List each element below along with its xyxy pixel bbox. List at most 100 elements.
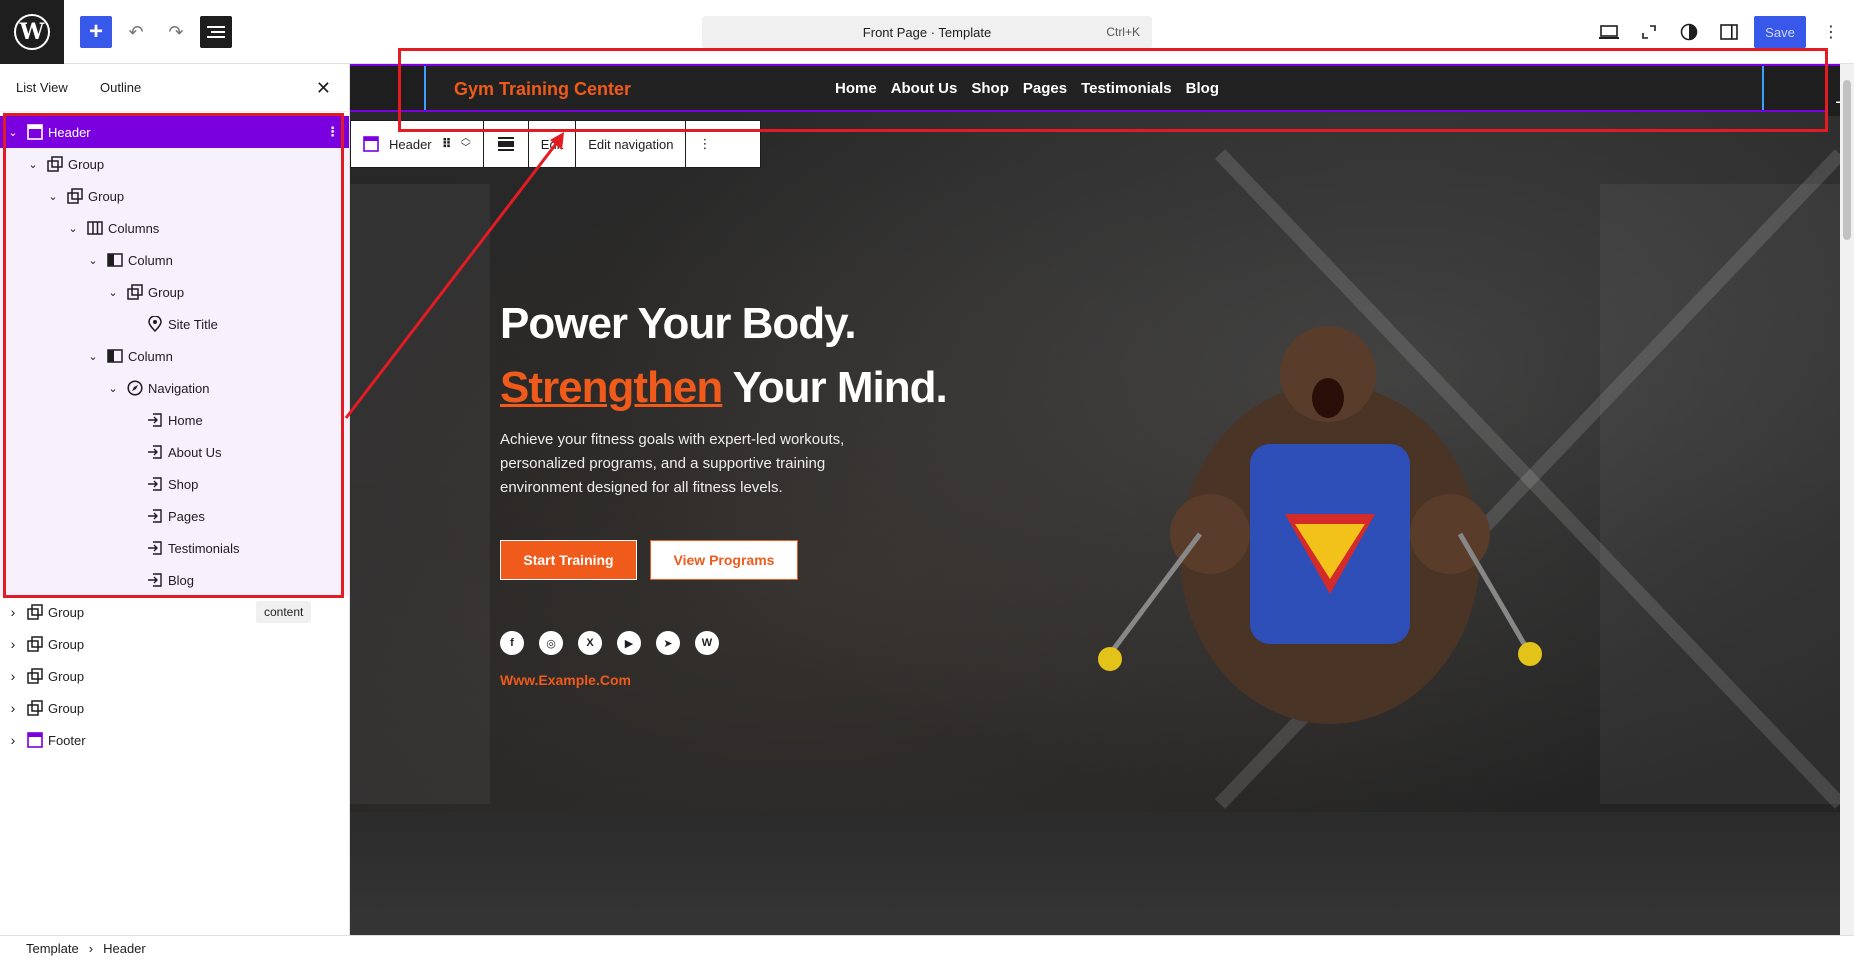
more-vertical-icon: ⋮ xyxy=(698,136,712,151)
list-view-item-group[interactable]: › Group xyxy=(0,628,349,660)
nav-item-about-us[interactable]: About Us xyxy=(891,80,958,97)
template-part-icon xyxy=(26,123,44,141)
contrast-icon xyxy=(1680,23,1698,41)
x-icon[interactable]: X xyxy=(578,631,602,655)
list-view-item-group[interactable]: › Group content xyxy=(0,596,349,628)
wordpress-icon: W xyxy=(14,14,50,50)
fullscreen-button[interactable] xyxy=(1633,16,1665,48)
list-view-item-blog[interactable]: Blog xyxy=(0,564,349,596)
document-title-bar[interactable]: Front Page · Template Ctrl+K xyxy=(702,16,1152,48)
list-view-item-about-us[interactable]: About Us xyxy=(0,436,349,468)
nav-item-testimonials[interactable]: Testimonials xyxy=(1081,80,1172,97)
list-view-item-label: Group xyxy=(48,700,85,716)
chevron-right-icon[interactable]: › xyxy=(6,604,20,620)
list-view-item-footer[interactable]: › Footer xyxy=(0,724,349,756)
list-view-item-column[interactable]: ⌄ Column xyxy=(0,340,349,372)
list-view-item-label: Group xyxy=(48,636,85,652)
facebook-icon[interactable]: f xyxy=(500,631,524,655)
hero-paragraph[interactable]: Achieve your fitness goals with expert-l… xyxy=(500,428,860,500)
list-view-item-label: Group xyxy=(48,668,85,684)
list-view-item-group[interactable]: › Group xyxy=(0,692,349,724)
list-view-item-label: Group xyxy=(68,156,105,172)
nav-item-pages[interactable]: Pages xyxy=(1023,80,1067,97)
list-view-item-site-title[interactable]: Site Title xyxy=(0,308,349,340)
athlete-image[interactable] xyxy=(1090,294,1570,774)
chevron-down-icon[interactable]: ⌄ xyxy=(106,286,120,299)
tab-list-view[interactable]: List View xyxy=(16,80,68,95)
link-icon xyxy=(146,571,164,589)
map-marker-icon xyxy=(146,315,164,333)
youtube-icon[interactable]: ▶ xyxy=(617,631,641,655)
list-view-item-shop[interactable]: Shop xyxy=(0,468,349,500)
block-inserter-button[interactable]: + xyxy=(80,16,112,48)
site-title[interactable]: Gym Training Center xyxy=(454,79,631,100)
list-view-item-columns[interactable]: ⌄ Columns xyxy=(0,212,349,244)
chevron-down-icon[interactable]: ⌄ xyxy=(106,382,120,395)
close-icon[interactable]: ✕ xyxy=(316,78,331,99)
chevron-down-icon[interactable]: ⌄ xyxy=(66,222,80,235)
list-view-item-pages[interactable]: Pages xyxy=(0,500,349,532)
list-view-item-group[interactable]: ⌄ Group xyxy=(0,180,349,212)
document-title: Front Page · Template xyxy=(862,24,992,40)
chevron-down-icon[interactable]: ⌄ xyxy=(86,254,100,267)
sidebar-icon xyxy=(1720,24,1738,40)
options-menu-button[interactable]: ⋮ xyxy=(1815,16,1847,48)
edit-navigation-button[interactable]: Edit navigation xyxy=(576,121,687,167)
canvas-scrollbar[interactable] xyxy=(1840,64,1854,935)
list-view-item-group[interactable]: ⌄ Group xyxy=(0,276,349,308)
link-icon xyxy=(146,475,164,493)
scroll-thumb[interactable] xyxy=(1843,80,1851,240)
chevron-down-icon[interactable]: ⌄ xyxy=(6,126,20,139)
list-view-item-testimonials[interactable]: Testimonials xyxy=(0,532,349,564)
styles-button[interactable] xyxy=(1673,16,1705,48)
command-shortcut: Ctrl+K xyxy=(1106,25,1140,39)
chevron-down-icon[interactable]: ⌄ xyxy=(46,190,60,203)
list-view-item-label: About Us xyxy=(168,444,222,460)
nav-item-home[interactable]: Home xyxy=(835,80,877,97)
document-overview-button[interactable] xyxy=(200,16,232,48)
wordpress-logo-button[interactable]: W xyxy=(0,0,64,64)
chevron-down-icon[interactable]: ⌄ xyxy=(86,350,100,363)
list-view-item-label: Column xyxy=(128,252,173,268)
list-view-item-group[interactable]: › Group xyxy=(0,660,349,692)
block-options-button[interactable]: ⋮ xyxy=(686,121,723,167)
site-url-link[interactable]: Www.Example.Com xyxy=(500,672,631,688)
save-button[interactable]: Save xyxy=(1754,16,1806,48)
block-tree: ⌄ Header ⋮ ⌄ Group ⌄ Group ⌄ Columns ⌄ Column ⌄ Grou… xyxy=(0,116,349,756)
append-block-button[interactable]: + xyxy=(1828,90,1840,116)
nav-item-shop[interactable]: Shop xyxy=(971,80,1009,97)
list-view-item-label: Group xyxy=(88,188,125,204)
list-view-item-home[interactable]: Home xyxy=(0,404,349,436)
list-view-item-label: Shop xyxy=(168,476,199,492)
chevron-right-icon[interactable]: › xyxy=(6,668,20,684)
telegram-icon[interactable]: ➤ xyxy=(656,631,680,655)
breadcrumb-template[interactable]: Template xyxy=(26,941,79,956)
more-vertical-icon[interactable]: ⋮ xyxy=(326,124,339,140)
nav-item-blog[interactable]: Blog xyxy=(1186,80,1219,97)
chevron-right-icon[interactable]: › xyxy=(6,636,20,652)
list-view-item-label: Columns xyxy=(108,220,160,236)
breadcrumb: Template › Header xyxy=(0,935,1854,961)
site-header-block[interactable]: Gym Training Center Home About Us Shop P… xyxy=(350,64,1840,112)
site-navigation[interactable]: Home About Us Shop Pages Testimonials Bl… xyxy=(835,80,1219,97)
start-training-button[interactable]: Start Training xyxy=(500,540,637,580)
list-view-item-group[interactable]: ⌄ Group xyxy=(0,148,349,180)
breadcrumb-header[interactable]: Header xyxy=(103,941,146,956)
settings-sidebar-button[interactable] xyxy=(1713,16,1745,48)
device-preview-button[interactable] xyxy=(1593,16,1625,48)
chevron-right-icon[interactable]: › xyxy=(6,700,20,716)
wordpress-icon[interactable]: W xyxy=(695,631,719,655)
chevron-down-icon[interactable]: ⌄ xyxy=(26,158,40,171)
annotation-arrow xyxy=(344,132,564,419)
tab-outline[interactable]: Outline xyxy=(100,80,141,95)
view-programs-button[interactable]: View Programs xyxy=(650,540,798,580)
undo-button[interactable]: ↶ xyxy=(120,16,152,48)
link-icon xyxy=(146,443,164,461)
redo-button[interactable]: ↷ xyxy=(160,16,192,48)
list-view-item-navigation[interactable]: ⌄ Navigation xyxy=(0,372,349,404)
chevron-right-icon[interactable]: › xyxy=(6,732,20,748)
instagram-icon[interactable]: ◎ xyxy=(539,631,563,655)
list-view-item-header[interactable]: ⌄ Header ⋮ xyxy=(0,116,349,148)
list-view-item-column[interactable]: ⌄ Column xyxy=(0,244,349,276)
group-icon xyxy=(46,155,64,173)
